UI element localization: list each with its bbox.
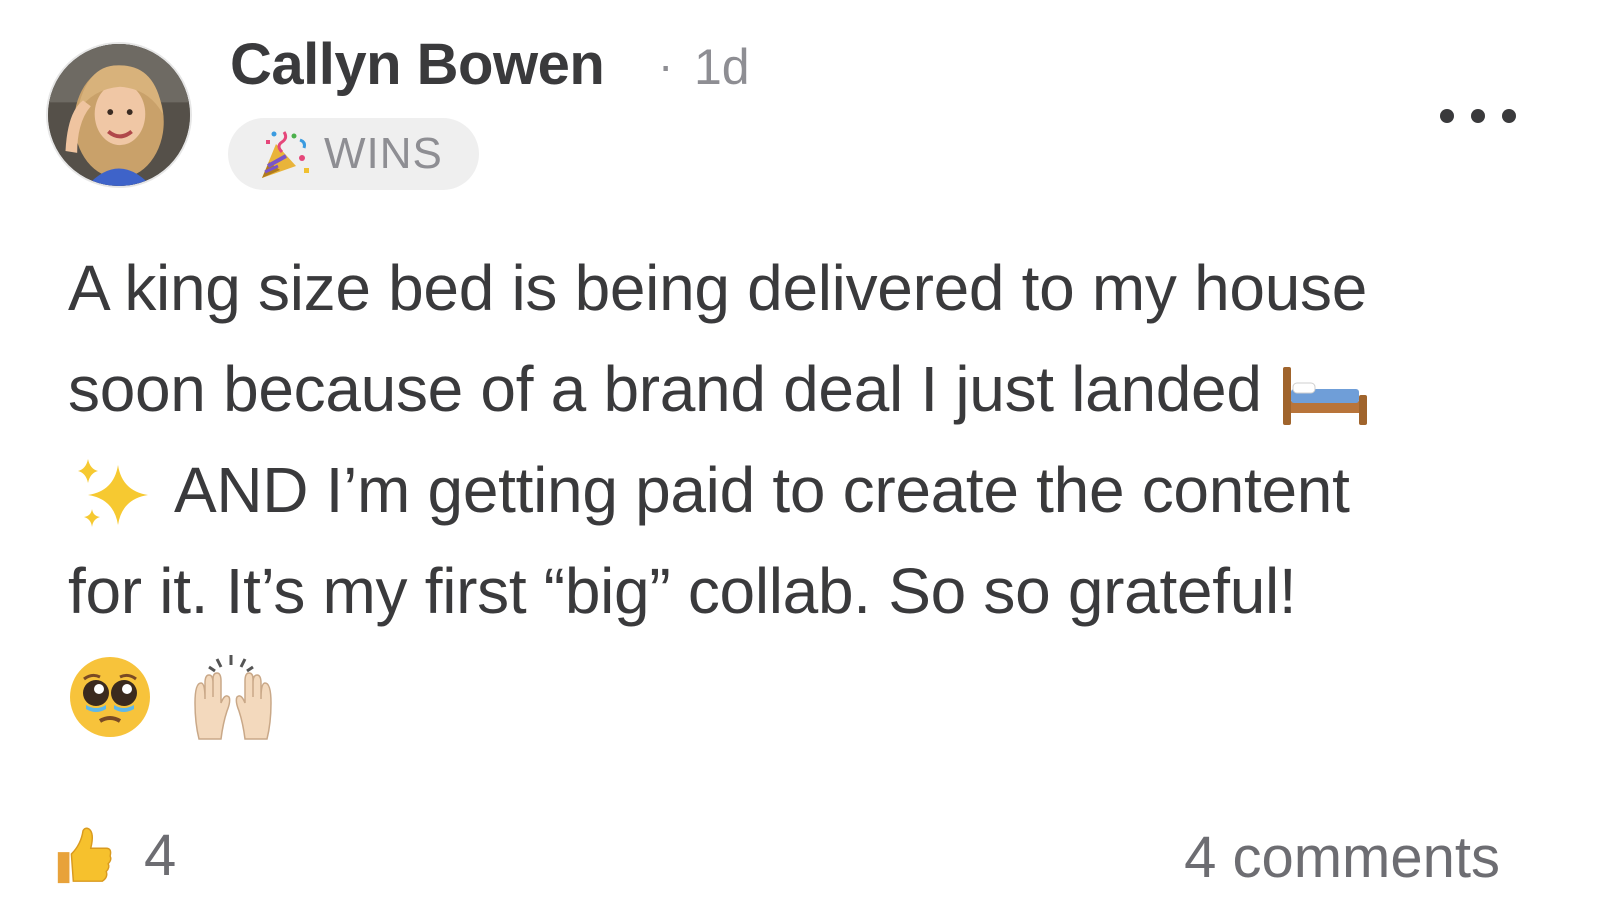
post-timestamp: 1d <box>694 39 750 95</box>
comments-link[interactable]: 4 comments <box>1184 824 1500 891</box>
ellipsis-icon-dot <box>1440 109 1454 123</box>
bed-emoji <box>1279 361 1371 427</box>
post-text: A king size bed is being delivered to my… <box>68 252 1367 324</box>
post-text: for it. It’s my first “big” collab. So s… <box>68 555 1297 627</box>
party-popper-icon <box>256 126 312 182</box>
post-text-line: AND I’m getting paid to create the conte… <box>68 440 1548 541</box>
thumbs-up-icon <box>52 825 114 887</box>
post-text: soon because of a brand deal I just land… <box>68 353 1262 425</box>
ellipsis-icon-dot <box>1502 109 1516 123</box>
post-body: A king size bed is being delivered to my… <box>68 238 1548 743</box>
post-card: Callyn Bowen · 1d WINS A king size bed i… <box>0 0 1600 922</box>
author-name[interactable]: Callyn Bowen <box>230 30 605 100</box>
post-text-line: for it. It’s my first “big” collab. So s… <box>68 541 1548 642</box>
sparkles-emoji <box>68 455 160 535</box>
pleading-face-emoji <box>68 655 152 739</box>
more-options-button[interactable] <box>1440 98 1516 134</box>
avatar-photo <box>48 44 190 186</box>
post-text-line: soon because of a brand deal I just land… <box>68 339 1548 440</box>
raising-hands-emoji <box>187 653 279 741</box>
category-badge[interactable]: WINS <box>228 118 479 190</box>
category-label: WINS <box>324 129 443 178</box>
author-avatar[interactable] <box>46 42 192 188</box>
separator-dot: · <box>658 39 674 91</box>
like-button[interactable]: 4 <box>52 822 176 889</box>
post-emoji-line <box>68 642 1548 743</box>
post-text-line: A king size bed is being delivered to my… <box>68 238 1548 339</box>
like-count: 4 <box>144 823 177 888</box>
ellipsis-icon-dot <box>1471 109 1485 123</box>
post-text: AND I’m getting paid to create the conte… <box>173 454 1350 526</box>
